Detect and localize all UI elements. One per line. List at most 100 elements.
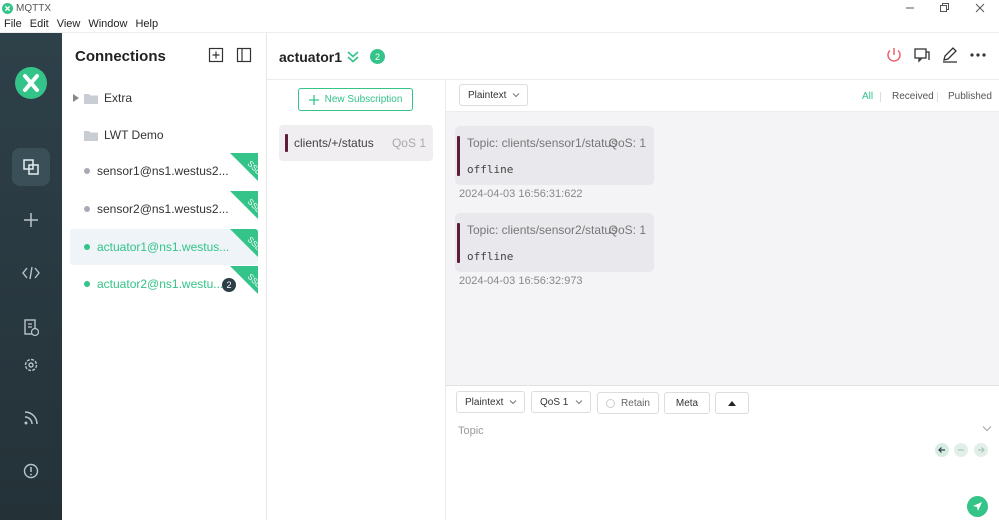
payload-format-select[interactable]: Plaintext (459, 84, 528, 106)
folder-icon (84, 130, 98, 141)
nav-about-button[interactable] (0, 453, 62, 489)
nav-log-button[interactable] (0, 310, 62, 346)
message-topic: Topic: clients/sensor2/status (467, 223, 618, 237)
chevron-down-icon (575, 400, 583, 405)
payload-format-value: Plaintext (468, 89, 507, 101)
nav-settings-button[interactable] (0, 347, 62, 383)
message-timestamp: 2024-04-03 16:56:32:973 (459, 275, 583, 287)
chevron-down-icon[interactable] (982, 425, 992, 433)
arrow-left-icon (938, 447, 945, 453)
expand-publish-button[interactable] (715, 392, 749, 414)
status-dot-online (84, 244, 90, 250)
send-message-button[interactable] (967, 496, 988, 517)
connection-item-sensor2[interactable]: sensor2@ns1.westus2... SSL (70, 191, 258, 227)
folder-name: Extra (104, 91, 133, 105)
double-chevron-down-icon[interactable] (347, 51, 359, 63)
window-title: MQTTX (16, 2, 51, 14)
message-timestamp: 2024-04-03 16:56:31:622 (459, 188, 583, 200)
new-subscription-button[interactable]: New Subscription (298, 88, 413, 111)
ssl-badge: SSL (230, 191, 258, 219)
messages-panel: Plaintext All Received Published Topic: … (446, 80, 999, 385)
status-dot-offline (84, 168, 90, 174)
connection-name: actuator2@ns1.westu... (97, 277, 224, 291)
ssl-badge: SSL (230, 153, 258, 181)
maximize-button[interactable] (927, 0, 961, 16)
nav-connections-button[interactable] (12, 148, 50, 186)
filter-all-tab[interactable]: All (862, 91, 873, 102)
nav-new-connection-button[interactable] (0, 202, 62, 238)
messages-toolbar: Plaintext All Received Published (446, 80, 999, 112)
topic-input[interactable] (458, 421, 978, 441)
history-reset-button[interactable] (954, 443, 968, 457)
toggle-layout-button[interactable] (236, 47, 252, 63)
nav-script-button[interactable] (0, 255, 62, 291)
menu-file[interactable]: File (0, 18, 26, 30)
connection-name: sensor2@ns1.westus2... (97, 202, 229, 216)
chevron-down-icon (512, 93, 520, 98)
close-window-button[interactable] (963, 0, 997, 16)
connection-header: actuator1 2 (267, 33, 999, 80)
unread-count-badge: 2 (370, 49, 385, 64)
message-card[interactable]: Topic: clients/sensor2/status QoS: 1 off… (455, 213, 654, 272)
left-nav (0, 33, 62, 520)
nav-feed-button[interactable] (0, 400, 62, 436)
history-next-button[interactable] (974, 443, 988, 457)
new-group-button[interactable] (208, 47, 224, 63)
status-dot-online (84, 281, 90, 287)
folder-lwt-demo[interactable]: LWT Demo (70, 117, 258, 153)
ssl-badge: SSL (230, 229, 258, 257)
message-payload: offline (467, 250, 514, 263)
chevron-down-icon (509, 400, 517, 405)
app-logo-icon (2, 2, 13, 14)
subscription-qos: QoS 1 (391, 136, 426, 150)
menu-view[interactable]: View (53, 18, 85, 30)
message-topic: Topic: clients/sensor1/status (467, 136, 618, 150)
connections-panel: Connections Extra LWT Demo sensor1@ns1.w… (62, 33, 267, 520)
connection-name: actuator1@ns1.westus... (97, 240, 230, 254)
menu-edit[interactable]: Edit (26, 18, 53, 30)
connection-title: actuator1 (279, 49, 343, 65)
message-qos: QoS: 1 (608, 136, 646, 150)
connection-item-actuator2[interactable]: actuator2@ns1.westu... 2 SSL (70, 266, 258, 302)
plus-icon (308, 94, 319, 105)
publish-panel: Plaintext QoS 1 Retain Meta (446, 385, 999, 520)
publish-format-value: Plaintext (465, 396, 504, 408)
retain-toggle[interactable]: Retain (597, 392, 659, 414)
minus-icon (958, 449, 964, 451)
caret-right-icon (73, 94, 79, 102)
message-card[interactable]: Topic: clients/sensor1/status QoS: 1 off… (455, 126, 654, 185)
caret-up-icon (728, 401, 736, 406)
filter-received-tab[interactable]: Received (892, 91, 934, 102)
connections-title: Connections (75, 48, 166, 65)
filter-divider (880, 92, 881, 102)
ssl-badge: SSL (230, 266, 258, 294)
meta-button[interactable]: Meta (664, 392, 710, 414)
filter-published-tab[interactable]: Published (948, 91, 992, 102)
connection-item-sensor1[interactable]: sensor1@ns1.westus2... SSL (70, 153, 258, 189)
menu-help[interactable]: Help (131, 18, 162, 30)
subscription-topic: clients/+/status (294, 136, 374, 150)
menu-window[interactable]: Window (84, 18, 131, 30)
disconnect-button[interactable] (885, 46, 903, 64)
subscription-item[interactable]: clients/+/status QoS 1 (279, 125, 433, 161)
new-window-button[interactable] (913, 46, 931, 64)
new-subscription-label: New Subscription (324, 94, 403, 105)
retain-radio[interactable] (606, 398, 616, 408)
send-icon (973, 502, 982, 511)
more-options-button[interactable] (969, 46, 987, 64)
retain-label: Retain (621, 397, 650, 409)
history-previous-button[interactable] (935, 443, 949, 457)
publish-qos-select[interactable]: QoS 1 (531, 391, 591, 413)
connection-name: sensor1@ns1.westus2... (97, 164, 229, 178)
folder-name: LWT Demo (104, 128, 164, 142)
menu-bar: File Edit View Window Help (0, 16, 999, 33)
folder-extra[interactable]: Extra (70, 80, 258, 116)
message-color-bar (457, 223, 460, 263)
window-titlebar: MQTTX (0, 0, 999, 16)
subscription-color-bar (285, 134, 288, 152)
connection-item-actuator1[interactable]: actuator1@ns1.westus... SSL (70, 229, 258, 265)
publish-format-select[interactable]: Plaintext (456, 391, 525, 413)
minimize-button[interactable] (893, 0, 927, 16)
edit-connection-button[interactable] (941, 46, 959, 64)
mqttx-logo-icon (0, 65, 62, 101)
